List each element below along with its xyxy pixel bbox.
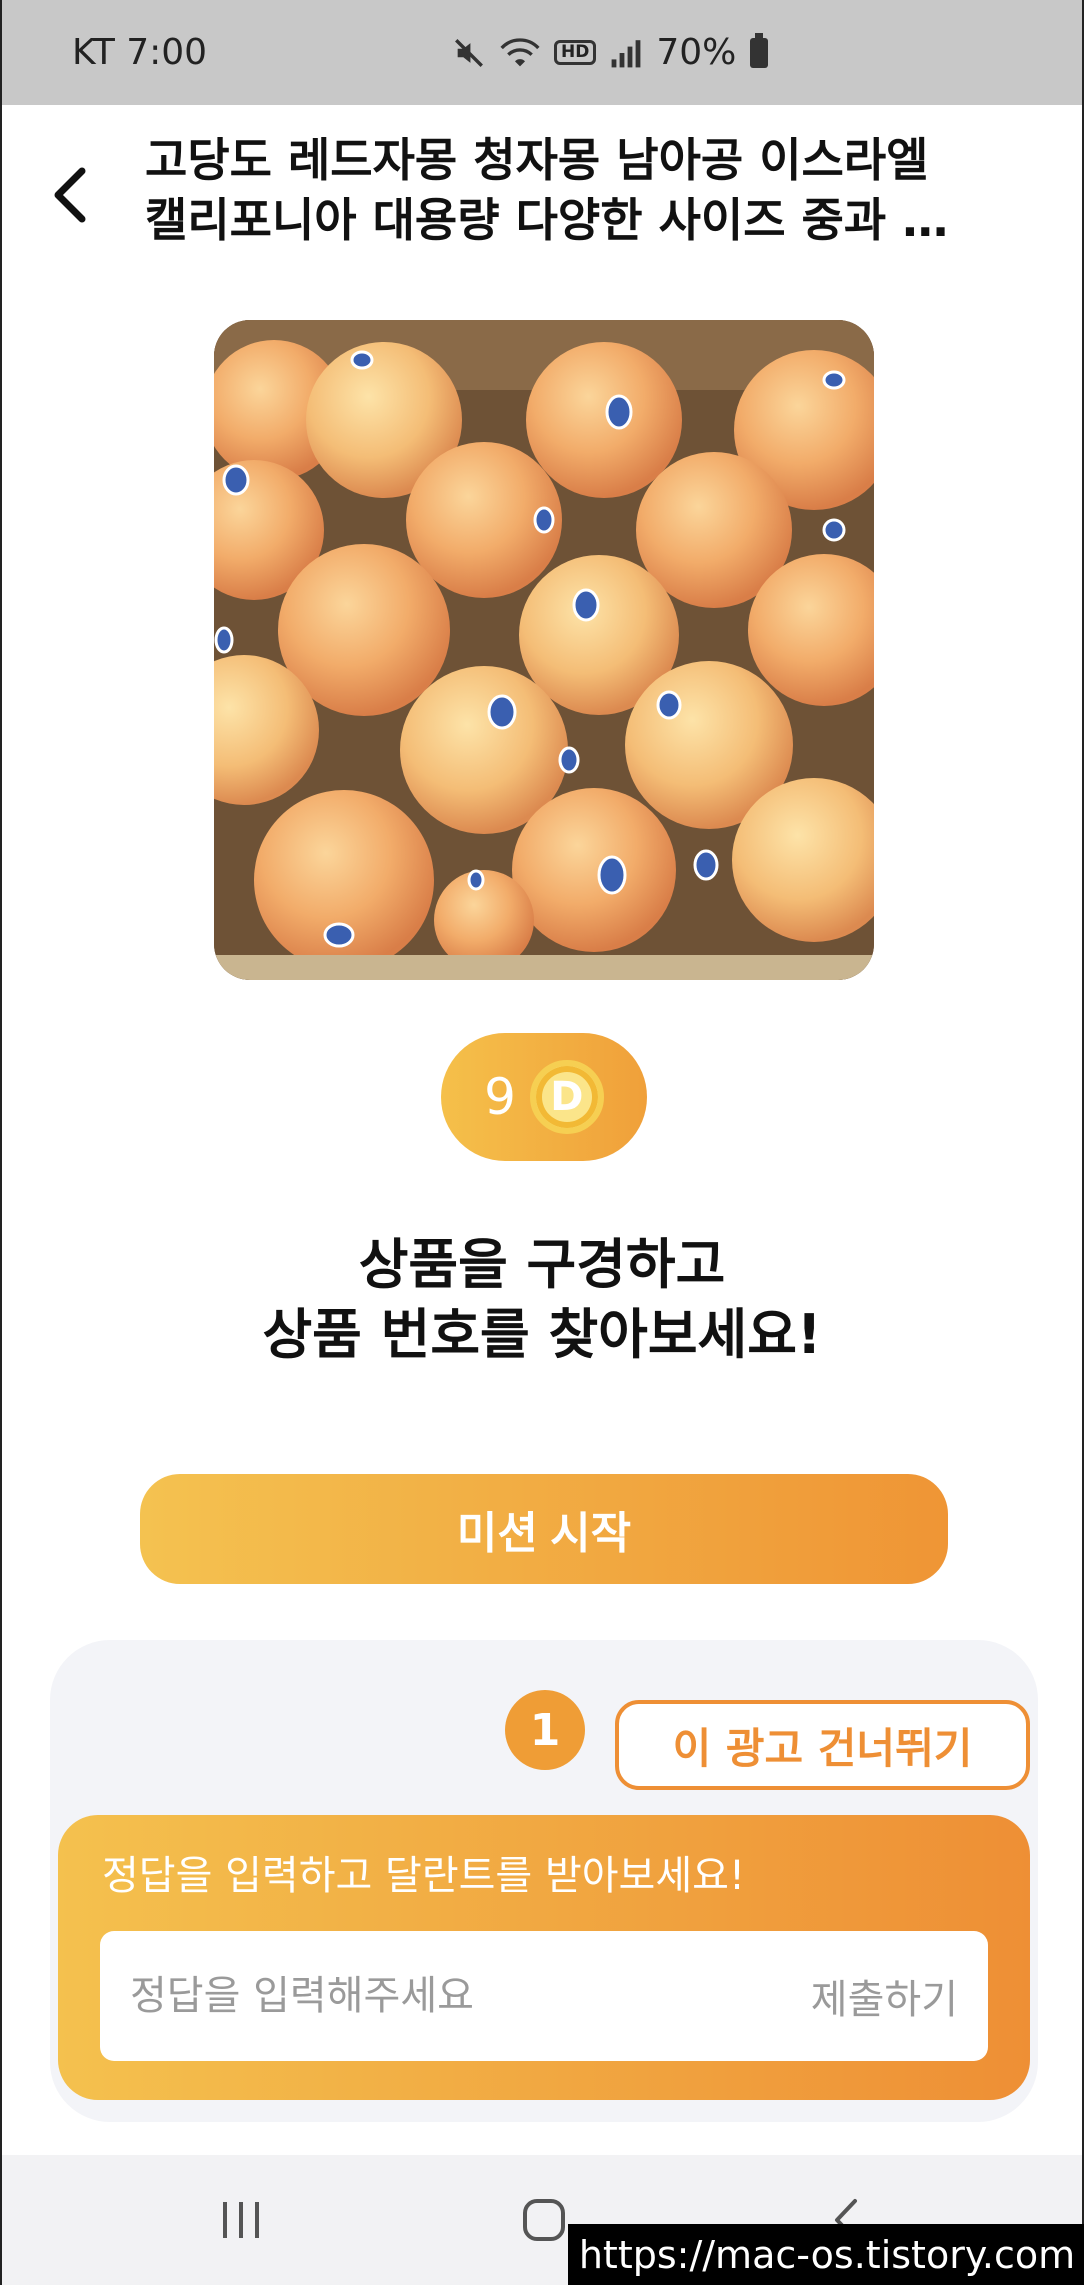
answer-input[interactable] — [100, 1931, 811, 2061]
carrier-time: KT 7:00 — [72, 32, 208, 73]
answer-panel: 정답을 입력하고 달란트를 받아보세요! 제출하기 — [58, 1815, 1030, 2100]
reward-badge: 9 D — [441, 1033, 647, 1161]
page-title: 고당도 레드자몽 청자몽 남아공 이스라엘 캘리포니아 대용량 다양한 사이즈 … — [145, 130, 1025, 250]
instruction-text: 상품을 구경하고 상품 번호를 찾아보세요! — [2, 1230, 1082, 1370]
instruction-line-2: 상품 번호를 찾아보세요! — [262, 1303, 822, 1366]
product-image — [214, 320, 874, 980]
chevron-left-icon — [54, 167, 86, 223]
answer-prompt: 정답을 입력하고 달란트를 받아보세요! — [102, 1853, 745, 1899]
status-icons: HD 70% — [452, 0, 769, 105]
watermark: https://mac-os.tistory.com — [568, 2224, 1084, 2285]
submit-button[interactable]: 제출하기 — [811, 1967, 988, 2025]
skip-ad-button[interactable]: 이 광고 건너뛰기 — [615, 1700, 1030, 1790]
status-bar: KT 7:00 HD 70% — [2, 0, 1082, 105]
recent-apps-button[interactable] — [202, 2185, 282, 2255]
back-button[interactable] — [40, 160, 100, 230]
coin-icon: D — [529, 1060, 604, 1134]
answer-box: 제출하기 — [100, 1931, 988, 2061]
wifi-icon — [500, 36, 540, 70]
header: 고당도 레드자몽 청자몽 남아공 이스라엘 캘리포니아 대용량 다양한 사이즈 … — [2, 105, 1082, 280]
battery-percent: 70% — [656, 32, 737, 73]
battery-icon — [750, 32, 769, 68]
title-line-1: 고당도 레드자몽 청자몽 남아공 이스라엘 — [145, 133, 929, 187]
step-badge: 1 — [505, 1690, 585, 1770]
recent-apps-icon — [223, 2202, 259, 2238]
mute-icon — [452, 36, 486, 70]
start-mission-button[interactable]: 미션 시작 — [140, 1474, 948, 1584]
answer-card: 1 이 광고 건너뛰기 정답을 입력하고 달란트를 받아보세요! 제출하기 — [50, 1640, 1038, 2122]
signal-icon — [610, 37, 642, 69]
title-line-2: 캘리포니아 대용량 다양한 사이즈 중과 … — [145, 193, 949, 247]
instruction-line-1: 상품을 구경하고 — [358, 1233, 726, 1296]
home-icon — [523, 2199, 565, 2241]
hd-icon: HD — [554, 40, 597, 65]
reward-amount: 9 — [484, 1068, 516, 1126]
